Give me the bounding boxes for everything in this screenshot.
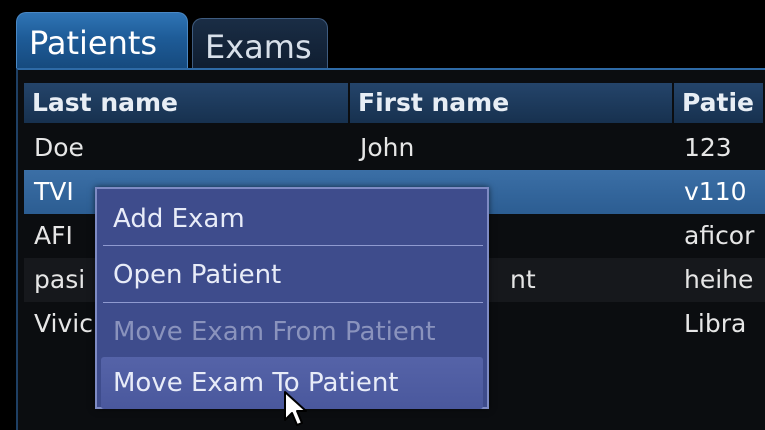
tab-patients[interactable]: Patients xyxy=(16,12,188,68)
cell-last-name: Doe xyxy=(34,133,84,162)
cell-patient-id: v110 xyxy=(684,177,747,206)
cell-patient-id: 123 xyxy=(684,133,732,162)
column-header-first-name[interactable]: First name xyxy=(350,83,674,123)
arrow-pointer-icon xyxy=(284,391,307,426)
menu-item-move-exam-from-patient: Move Exam From Patient xyxy=(113,317,436,347)
menu-separator xyxy=(103,302,483,303)
table-header: Last name First name Patie xyxy=(24,83,765,123)
cell-patient-id: heihe xyxy=(684,265,754,294)
column-header-patient-id[interactable]: Patie xyxy=(674,83,765,123)
menu-item-add-exam[interactable]: Add Exam xyxy=(97,193,487,245)
cell-patient-id: Libra xyxy=(684,309,747,338)
column-header-last-name[interactable]: Last name xyxy=(24,83,350,123)
cell-patient-id: aficor xyxy=(684,221,755,250)
cell-first-name: John xyxy=(360,133,415,162)
table-row[interactable]: Doe John 123 xyxy=(24,126,765,170)
context-menu: Add Exam Open Patient Move Exam From Pat… xyxy=(95,187,489,409)
menu-item-open-patient[interactable]: Open Patient xyxy=(97,249,487,301)
tab-exams[interactable]: Exams xyxy=(192,18,328,70)
menu-separator xyxy=(103,245,483,246)
tab-bar: Patients Exams xyxy=(16,12,765,70)
